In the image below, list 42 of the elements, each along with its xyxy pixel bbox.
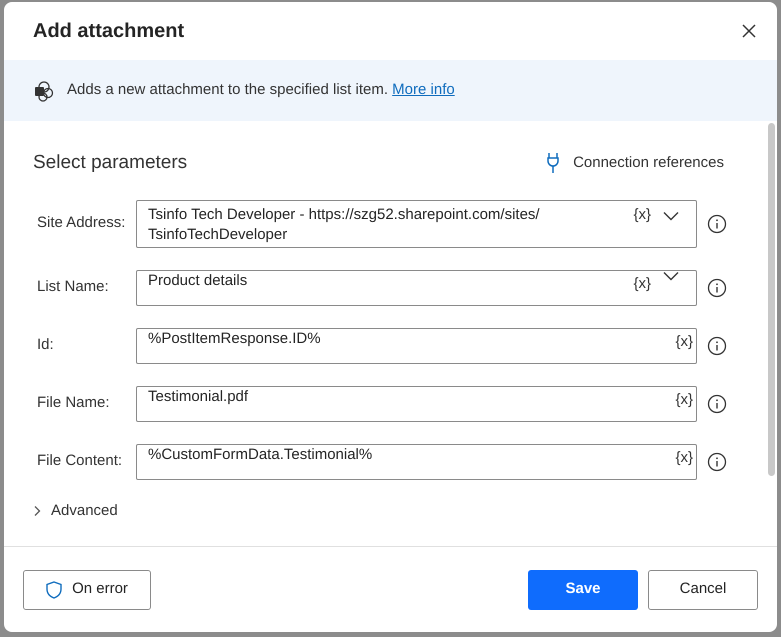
field-value: %PostItemResponse.ID% — [148, 328, 322, 348]
field-label: File Name: — [37, 393, 111, 414]
cancel-button[interactable]: Cancel — [648, 570, 758, 610]
field-label: List Name: — [37, 277, 110, 298]
chevron-down-icon[interactable] — [663, 270, 679, 280]
connection-references-button[interactable]: Connection references — [547, 152, 724, 174]
save-button[interactable]: Save — [528, 570, 638, 610]
close-icon[interactable] — [741, 23, 757, 39]
variable-button[interactable]: {x} — [675, 448, 693, 468]
info-icon[interactable] — [707, 336, 727, 356]
field-label: Site Address: — [37, 213, 126, 234]
dropdown-field[interactable]: Tsinfo Tech Developer - https://szg52.sharepoint.com/sites/ TsinfoTechDeveloper {x} — [136, 200, 697, 248]
section-title: Select parameters — [33, 151, 188, 175]
variable-button[interactable]: {x} — [675, 390, 693, 410]
input-field[interactable]: Testimonial.pdf {x} — [136, 386, 697, 422]
variable-button[interactable]: {x} — [633, 204, 651, 224]
info-icon[interactable] — [707, 394, 727, 414]
input-field[interactable]: %CustomFormData.Testimonial% {x} — [136, 444, 697, 480]
info-icon[interactable] — [707, 214, 727, 234]
variable-button[interactable]: {x} — [633, 274, 651, 294]
more-info-link[interactable]: More info — [392, 81, 455, 98]
dialog-title: Add attachment — [33, 19, 184, 44]
on-error-button[interactable]: On error — [23, 570, 151, 610]
info-icon[interactable] — [707, 452, 727, 472]
plug-icon — [547, 152, 560, 174]
chevron-right-icon — [33, 504, 41, 517]
chevron-down-icon[interactable] — [663, 210, 679, 220]
field-value: %CustomFormData.Testimonial% — [148, 444, 374, 464]
advanced-toggle[interactable]: Advanced — [33, 500, 118, 522]
shield-icon — [46, 580, 62, 598]
field-value: Tsinfo Tech Developer - https://szg52.sharepoint.com/sites/ TsinfoTechDeveloper — [148, 204, 541, 244]
info-text: Adds a new attachment to the specified list item. More info — [67, 80, 455, 100]
info-icon[interactable] — [707, 278, 727, 298]
sharepoint-icon — [33, 80, 55, 102]
field-label: Id: — [37, 335, 55, 356]
variable-button[interactable]: {x} — [675, 332, 693, 352]
input-field[interactable]: %PostItemResponse.ID% {x} — [136, 328, 697, 364]
field-label: File Content: — [37, 451, 124, 472]
field-value: Product details — [148, 270, 248, 290]
field-value: Testimonial.pdf — [148, 386, 250, 406]
scrollbar[interactable] — [768, 123, 775, 476]
dropdown-field[interactable]: Product details {x} — [136, 270, 697, 306]
